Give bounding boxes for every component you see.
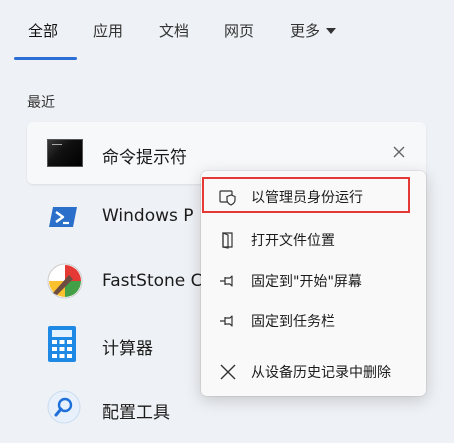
close-icon[interactable]	[391, 144, 407, 160]
recent-item-label: 命令提示符	[102, 148, 187, 168]
faststone-capture-icon	[47, 263, 83, 299]
folder-open-icon	[222, 232, 233, 249]
pin-icon	[220, 275, 233, 287]
app-label: FastStone C	[102, 271, 203, 291]
section-title-recent: 最近	[27, 95, 55, 111]
search-tabs: 全部 应用 文档 网页 更多	[0, 0, 454, 62]
active-tab-indicator	[14, 57, 77, 60]
menu-item-pin-to-taskbar[interactable]: 固定到任务栏	[205, 303, 422, 339]
calculator-icon	[48, 326, 76, 362]
menu-item-run-as-admin[interactable]: 以管理员身份运行	[202, 177, 422, 215]
pin-icon	[220, 315, 233, 327]
shield-icon	[219, 190, 236, 206]
tab-apps[interactable]: 应用	[93, 20, 123, 41]
tab-web[interactable]: 网页	[224, 20, 254, 41]
app-label: 计算器	[102, 339, 153, 359]
context-menu: 以管理员身份运行 打开文件位置 固定到"开始"屏幕 固定到任务栏 从设备历史记录…	[201, 171, 426, 396]
app-label: Windows P	[102, 206, 194, 226]
config-tool-icon	[47, 390, 81, 424]
tab-all[interactable]: 全部	[28, 20, 58, 41]
close-icon	[220, 364, 236, 380]
menu-item-label: 固定到"开始"屏幕	[251, 274, 362, 290]
menu-item-label: 从设备历史记录中删除	[251, 365, 391, 381]
menu-item-label: 固定到任务栏	[251, 314, 335, 330]
tab-documents[interactable]: 文档	[159, 20, 189, 41]
menu-item-pin-to-start[interactable]: 固定到"开始"屏幕	[205, 263, 422, 299]
menu-item-label: 以管理员身份运行	[251, 190, 363, 206]
menu-item-remove-from-history[interactable]: 从设备历史记录中删除	[205, 354, 422, 390]
menu-item-label: 打开文件位置	[251, 233, 335, 249]
powershell-icon	[49, 207, 77, 227]
menu-item-open-file-location[interactable]: 打开文件位置	[205, 222, 422, 258]
tab-more[interactable]: 更多	[290, 20, 337, 41]
app-label: 配置工具	[102, 403, 170, 423]
tab-more-label: 更多	[290, 22, 321, 40]
command-prompt-icon	[47, 139, 83, 167]
chevron-down-icon	[326, 28, 337, 34]
